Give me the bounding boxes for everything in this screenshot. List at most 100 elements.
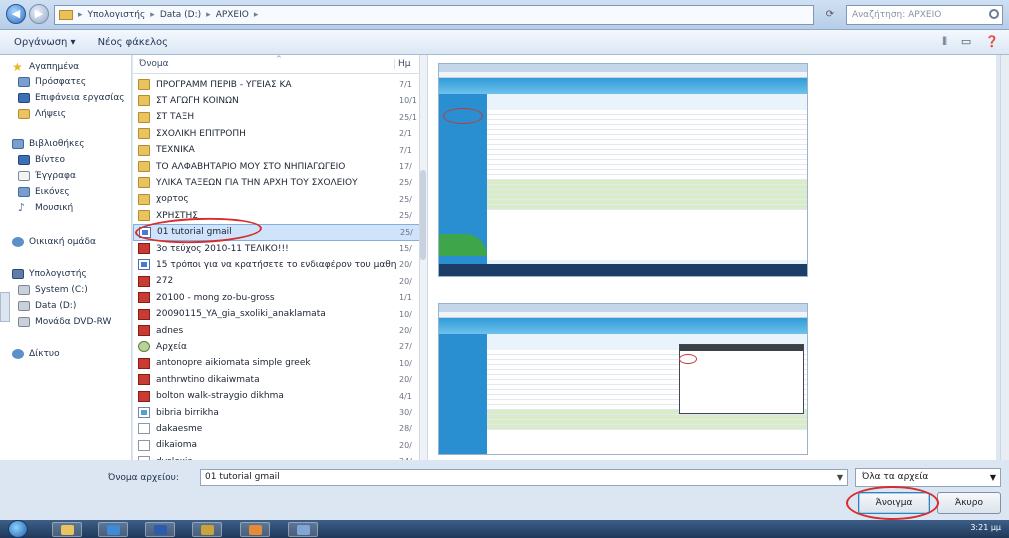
address-field[interactable]: ▸ Υπολογιστής ▸ Data (D:) ▸ ΑΡΧΕΙΟ ▸ bbox=[54, 5, 814, 25]
breadcrumb-archive[interactable]: ΑΡΧΕΙΟ bbox=[216, 10, 249, 20]
file-row[interactable]: 20090115_YA_gia_sxoliki_anaklamata 10/ bbox=[133, 306, 421, 323]
column-header-date[interactable]: Ημ bbox=[394, 59, 411, 69]
file-row[interactable]: ΣΤ ΑΓΩΓΗ ΚΟΙΝΩΝ 10/1 bbox=[133, 92, 421, 109]
pdf-icon bbox=[138, 292, 150, 304]
drive-icon bbox=[18, 301, 30, 311]
file-row[interactable]: dyslexia24/ bbox=[133, 453, 421, 460]
scroll-thumb[interactable] bbox=[420, 170, 426, 260]
help-icon[interactable]: ❓ bbox=[985, 35, 999, 49]
file-row[interactable]: dikaioma 20/ bbox=[133, 437, 421, 454]
nav-label: Δίκτυο bbox=[29, 349, 60, 359]
nav-item-downloads[interactable]: Λήψεις bbox=[18, 109, 66, 119]
computer-icon bbox=[12, 269, 24, 279]
word-document-icon bbox=[138, 259, 150, 271]
taskbar-ie[interactable] bbox=[98, 522, 128, 537]
nav-item-network[interactable]: Δίκτυο bbox=[12, 349, 60, 359]
chevron-down-icon[interactable]: ▼ bbox=[837, 470, 843, 485]
text-file-icon bbox=[138, 439, 150, 451]
view-options-icon[interactable]: ⫴ bbox=[942, 35, 947, 49]
network-icon bbox=[12, 349, 24, 359]
nav-label: Εικόνες bbox=[35, 187, 70, 197]
file-list: Όνομα ^ Ημ ΠΡΟΓΡΑΜΜ ΠΕΡΙΒ - ΥΓΕΙΑΣ ΚΑ 7/1… bbox=[133, 55, 428, 460]
file-type-filter-select[interactable]: Όλα τα αρχεία ▼ bbox=[855, 468, 1001, 487]
preview-pane-icon[interactable]: ▭ bbox=[961, 35, 971, 49]
search-input[interactable]: Αναζήτηση: ΑΡΧΕΙΟ bbox=[846, 5, 1003, 25]
file-date: 27/ bbox=[399, 342, 412, 352]
file-row[interactable]: antonopre aikiomata simple greek 10/ bbox=[133, 355, 421, 372]
folder-icon bbox=[61, 525, 74, 535]
word-icon bbox=[154, 525, 167, 535]
file-name: χορτος bbox=[156, 194, 189, 205]
nav-item-computer[interactable]: Υπολογιστής bbox=[12, 269, 87, 279]
file-list-vertical-scrollbar[interactable] bbox=[419, 55, 427, 460]
back-button[interactable]: ◀ bbox=[6, 4, 26, 24]
nav-item-homegroup[interactable]: Οικιακή ομάδα bbox=[12, 237, 96, 247]
nav-item-documents[interactable]: Έγγραφα bbox=[18, 171, 76, 181]
file-row[interactable]: ΠΡΟΓΡΑΜΜ ΠΕΡΙΒ - ΥΓΕΙΑΣ ΚΑ 7/1 bbox=[133, 76, 421, 93]
nav-item-favorites[interactable]: ★ Αγαπημένα bbox=[12, 61, 79, 73]
file-name: dikaioma bbox=[156, 440, 198, 451]
file-date: 10/ bbox=[399, 358, 412, 368]
folder-icon bbox=[138, 210, 150, 222]
preview-scrollbar[interactable] bbox=[1000, 55, 1009, 460]
start-button[interactable] bbox=[8, 520, 28, 538]
address-bar-strip: ◀ ▶ ▸ Υπολογιστής ▸ Data (D:) ▸ ΑΡΧΕΙΟ ▸… bbox=[0, 0, 1009, 30]
file-row[interactable]: ΣΤ ΤΑΞΗ 25/1 bbox=[133, 109, 421, 126]
nav-item-desktop[interactable]: Επιφάνεια εργασίας bbox=[18, 93, 125, 103]
nav-item-pictures[interactable]: Εικόνες bbox=[18, 187, 70, 197]
file-row[interactable]: ΥΛΙΚΑ ΤΑΞΕΩΝ ΓΙΑ ΤΗΝ ΑΡΧΗ ΤΟΥ ΣΧΟΛΕΙΟΥ 25… bbox=[133, 174, 421, 191]
star-icon: ★ bbox=[12, 60, 23, 74]
cancel-button[interactable]: Άκυρο bbox=[937, 492, 1001, 514]
drive-icon bbox=[18, 285, 30, 295]
file-row[interactable]: adnes 20/ bbox=[133, 322, 421, 339]
forward-button[interactable]: ▶ bbox=[29, 4, 49, 24]
file-row[interactable]: anthrwtino dikaiwmata 20/ bbox=[133, 371, 421, 388]
breadcrumb-data-drive[interactable]: Data (D:) bbox=[160, 10, 201, 20]
organize-button[interactable]: Οργάνωση ▾ bbox=[14, 37, 76, 48]
nav-label: Υπολογιστής bbox=[29, 269, 87, 279]
nav-item-system-c[interactable]: System (C:) bbox=[18, 285, 88, 295]
breadcrumb-computer[interactable]: Υπολογιστής bbox=[88, 10, 146, 20]
nav-item-recent[interactable]: Πρόσφατες bbox=[18, 77, 86, 87]
file-row[interactable]: ΤΟ ΑΛΦΑΒΗΤΑΡΙΟ ΜΟΥ ΣΤΟ ΝΗΠΙΑΓΩΓΕΙΟ 17/ bbox=[133, 158, 421, 175]
folder-icon bbox=[138, 193, 150, 205]
file-row[interactable]: χορτος 25/ bbox=[133, 191, 421, 208]
file-name: adnes bbox=[156, 325, 184, 336]
file-row[interactable]: ΣΧΟΛΙΚΗ ΕΠΙΤΡΟΠΗ 2/1 bbox=[133, 125, 421, 142]
nav-label: Αγαπημένα bbox=[29, 62, 80, 72]
column-header-name[interactable]: Όνομα bbox=[139, 59, 169, 69]
pdf-icon bbox=[138, 325, 150, 336]
pdf-icon bbox=[138, 275, 150, 287]
filename-input[interactable]: 01 tutorial gmail ▼ bbox=[200, 469, 848, 486]
nav-item-data-d[interactable]: Data (D:) bbox=[18, 301, 76, 311]
taskbar-word[interactable] bbox=[145, 522, 175, 537]
file-date: 20/ bbox=[399, 440, 412, 450]
pane-splitter-handle[interactable] bbox=[0, 292, 10, 322]
window-icon bbox=[297, 525, 310, 535]
pdf-icon bbox=[138, 243, 150, 254]
taskbar-app[interactable] bbox=[192, 522, 222, 537]
nav-item-videos[interactable]: Βίντεο bbox=[18, 155, 65, 165]
taskbar-explorer[interactable] bbox=[52, 522, 82, 537]
taskbar-paint[interactable] bbox=[240, 522, 270, 537]
refresh-button[interactable]: ⟳ bbox=[818, 6, 842, 24]
file-row[interactable]: dakaesme 28/ bbox=[133, 420, 421, 437]
new-folder-button[interactable]: Νέος φάκελος bbox=[98, 37, 168, 48]
clock[interactable]: 3:21 μμ bbox=[970, 523, 1001, 532]
file-row[interactable]: 15 τρόποι για να κρατήσετε το ενδιαφέρον… bbox=[133, 256, 421, 273]
nav-item-music[interactable]: ♪ Μουσική bbox=[18, 202, 73, 213]
file-row[interactable]: ΤΕΧΝΙΚΑ 7/1 bbox=[133, 142, 421, 159]
file-row[interactable]: 272 20/ bbox=[133, 273, 421, 290]
nav-item-libraries[interactable]: Βιβλιοθήκες bbox=[12, 139, 85, 149]
sort-arrow-icon: ^ bbox=[276, 55, 282, 63]
folder-icon bbox=[59, 10, 73, 20]
taskbar-other[interactable] bbox=[288, 522, 318, 537]
file-name: ΣΤ ΤΑΞΗ bbox=[156, 112, 195, 123]
file-row[interactable]: bibria birrikha 30/ bbox=[133, 404, 421, 421]
file-row[interactable]: Αρχεία 27/ bbox=[133, 338, 421, 355]
nav-item-dvd[interactable]: Μονάδα DVD-RW bbox=[18, 317, 111, 327]
file-row[interactable]: 20100 - mong zo-bu-gross 1/1 bbox=[133, 289, 421, 306]
file-row[interactable]: bolton walk-straygio dikhma 4/1 bbox=[133, 388, 421, 405]
navigation-pane: ★ Αγαπημένα Πρόσφατες Επιφάνεια εργασίας … bbox=[0, 55, 132, 460]
homegroup-icon bbox=[12, 237, 24, 247]
